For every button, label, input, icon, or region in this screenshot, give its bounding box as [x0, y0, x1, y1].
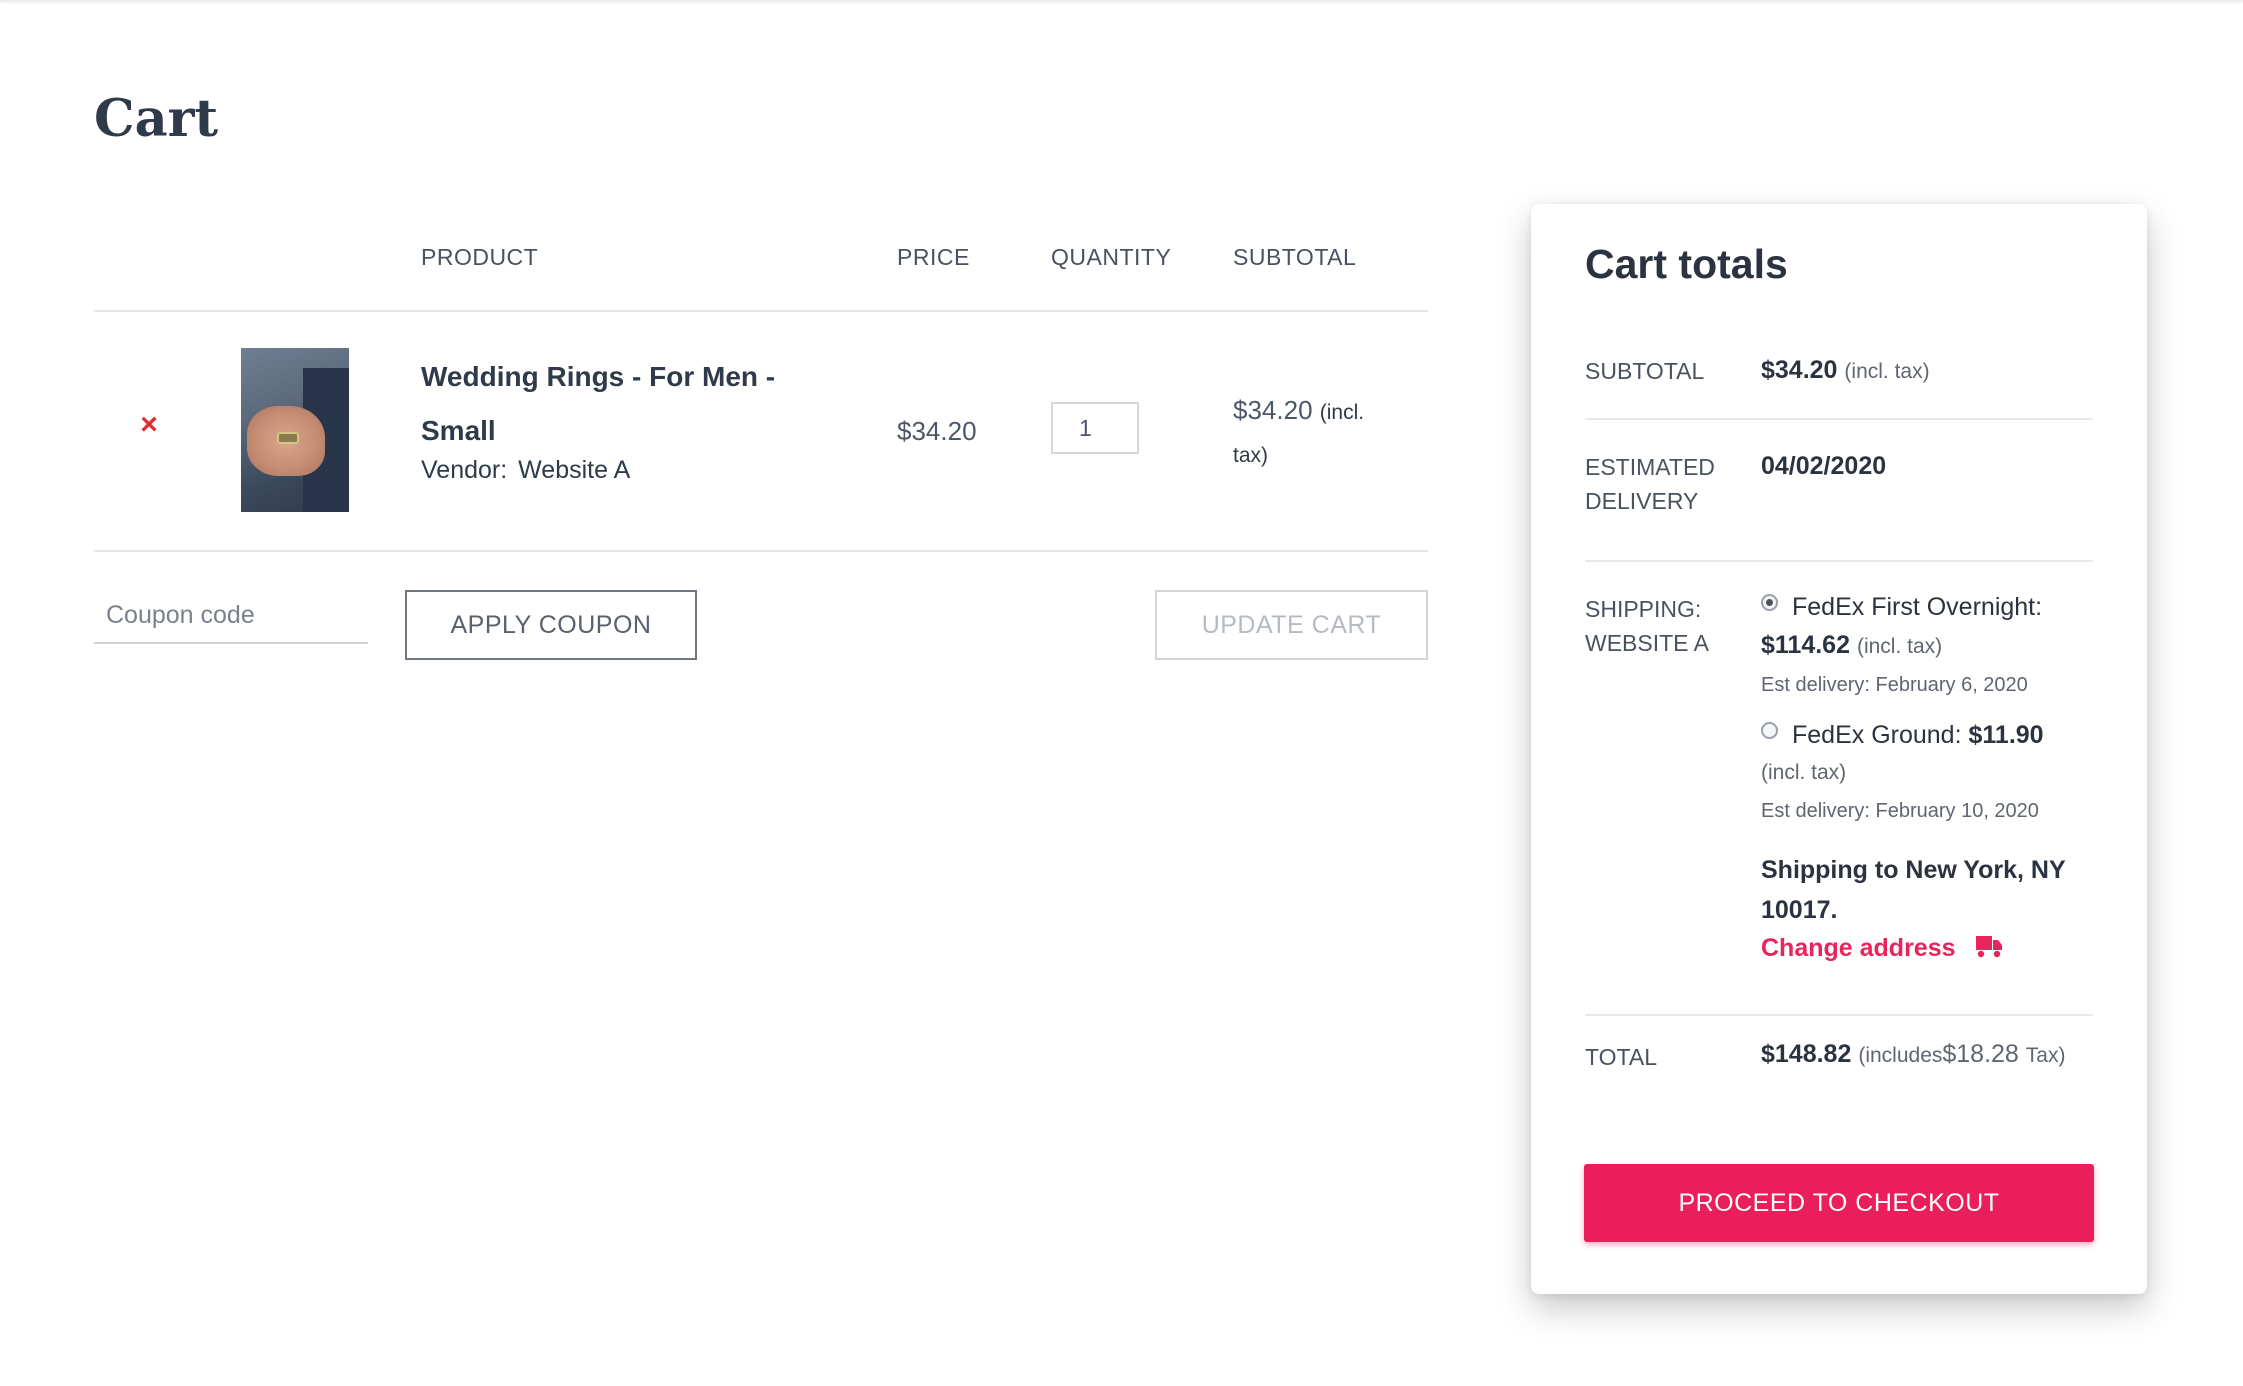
option-name: FedEx Ground:: [1792, 721, 1962, 749]
change-address-link[interactable]: Change address: [1761, 934, 2003, 963]
option-tax-note: (incl. tax): [1761, 761, 1847, 784]
page-title: Cart: [94, 89, 219, 149]
header-price: PRICE: [897, 244, 970, 270]
product-name-link[interactable]: Wedding Rings - For Men - Small: [421, 350, 801, 458]
shipping-destination: Shipping to New York, NY 10017.: [1761, 856, 2066, 924]
totals-subtotal-row: SUBTOTAL $34.20 (incl. tax): [1585, 324, 2093, 420]
proceed-to-checkout-button[interactable]: PROCEED TO CHECKOUT: [1584, 1164, 2094, 1242]
total-note-prefix: (includes: [1858, 1044, 1943, 1067]
vendor-name: Website A: [518, 456, 631, 484]
shipping-option-ground[interactable]: FedEx Ground: $11.90 (incl. tax) Est del…: [1761, 716, 2101, 830]
update-cart-button[interactable]: UPDATE CART: [1155, 590, 1428, 660]
product-price: $34.20: [897, 416, 977, 446]
total-value: $148.82: [1761, 1040, 1852, 1068]
vendor-label: Vendor:: [421, 456, 508, 484]
total-label: TOTAL: [1585, 1044, 1657, 1070]
subtotal-amount: $34.20: [1233, 395, 1313, 425]
estimated-delivery-label: ESTIMATED DELIVERY: [1585, 454, 1715, 514]
table-row: × Wedding Rings - For Men - Small Vendor…: [94, 312, 1428, 552]
radio-first-overnight[interactable]: [1761, 594, 1778, 611]
cart-table: PRODUCT PRICE QUANTITY SUBTOTAL × Weddin…: [94, 228, 1428, 672]
option-name: FedEx First Overnight:: [1792, 593, 2043, 621]
cart-actions: APPLY COUPON UPDATE CART: [94, 552, 1428, 672]
total-note-suffix: Tax): [2025, 1044, 2066, 1067]
header-quantity: QUANTITY: [1051, 244, 1172, 270]
quantity-input[interactable]: [1051, 402, 1139, 454]
product-subtotal: $34.20 (incl. tax): [1233, 390, 1383, 476]
product-thumbnail[interactable]: [241, 348, 349, 512]
apply-coupon-button[interactable]: APPLY COUPON: [405, 590, 697, 660]
coupon-code-input[interactable]: [94, 588, 368, 644]
cart-totals-card: Cart totals SUBTOTAL $34.20 (incl. tax) …: [1531, 204, 2147, 1294]
option-tax-note: (incl. tax): [1856, 635, 1943, 658]
table-header: PRODUCT PRICE QUANTITY SUBTOTAL: [94, 228, 1428, 312]
total-value-group: $148.82 (includes$18.28 Tax): [1761, 1040, 2101, 1069]
header-product: PRODUCT: [421, 244, 539, 270]
option-est-delivery: Est delivery: February 6, 2020: [1761, 674, 2028, 696]
totals-total-row: TOTAL $148.82 (includes$18.28 Tax): [1585, 1016, 2093, 1110]
total-tax-amount: $18.28: [1942, 1040, 2019, 1068]
option-price: $11.90: [1968, 721, 2044, 749]
remove-item-icon[interactable]: ×: [136, 410, 162, 440]
totals-shipping-row: SHIPPING: WEBSITE A FedEx First Overnigh…: [1585, 562, 2093, 1016]
subtotal-value-group: $34.20 (incl. tax): [1761, 356, 1930, 385]
shipping-label: SHIPPING: WEBSITE A: [1585, 596, 1709, 656]
cart-totals-title: Cart totals: [1585, 241, 1788, 287]
subtotal-label: SUBTOTAL: [1585, 358, 1705, 384]
truck-icon: [1976, 936, 2003, 958]
option-est-delivery: Est delivery: February 10, 2020: [1761, 800, 2039, 822]
totals-delivery-row: ESTIMATED DELIVERY 04/02/2020: [1585, 420, 2093, 562]
change-address-label: Change address: [1761, 934, 1956, 962]
subtotal-tax-note: (incl. tax): [1844, 360, 1930, 383]
product-vendor: Vendor: Website A: [421, 456, 630, 485]
estimated-delivery-value: 04/02/2020: [1761, 452, 1887, 480]
shipping-option-first-overnight[interactable]: FedEx First Overnight: $114.62 (incl. ta…: [1761, 588, 2101, 704]
top-divider: [0, 0, 2243, 2]
radio-ground[interactable]: [1761, 722, 1778, 739]
subtotal-value: $34.20: [1761, 356, 1838, 384]
header-subtotal: SUBTOTAL: [1233, 244, 1357, 270]
option-price: $114.62: [1761, 631, 1850, 659]
